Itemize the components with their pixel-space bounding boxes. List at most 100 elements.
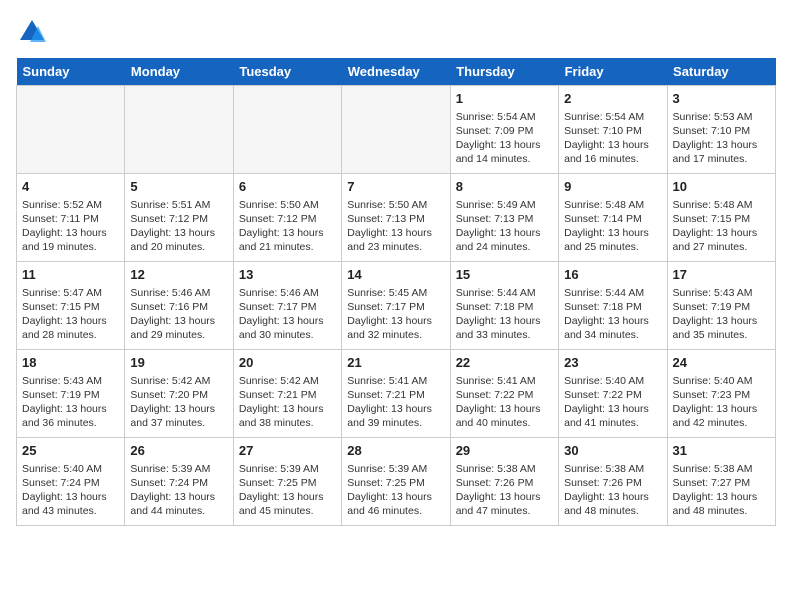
day-number: 5 bbox=[130, 178, 227, 196]
day-info-line: Sunrise: 5:39 AM bbox=[347, 462, 444, 476]
day-info-line: Sunrise: 5:38 AM bbox=[456, 462, 553, 476]
page-header bbox=[16, 16, 776, 48]
day-number: 21 bbox=[347, 354, 444, 372]
day-info-line: and 46 minutes. bbox=[347, 504, 444, 518]
day-info-line: Sunset: 7:17 PM bbox=[347, 300, 444, 314]
day-info-line: and 20 minutes. bbox=[130, 240, 227, 254]
day-info-line: Sunrise: 5:43 AM bbox=[673, 286, 770, 300]
day-number: 31 bbox=[673, 442, 770, 460]
day-info-line: and 38 minutes. bbox=[239, 416, 336, 430]
day-info-line: and 43 minutes. bbox=[22, 504, 119, 518]
day-info-line: Sunset: 7:17 PM bbox=[239, 300, 336, 314]
day-info-line: Sunrise: 5:42 AM bbox=[130, 374, 227, 388]
day-info-line: Sunset: 7:12 PM bbox=[239, 212, 336, 226]
day-info-line: Sunset: 7:19 PM bbox=[673, 300, 770, 314]
day-info-line: and 45 minutes. bbox=[239, 504, 336, 518]
day-number: 23 bbox=[564, 354, 661, 372]
day-info-line: Sunset: 7:16 PM bbox=[130, 300, 227, 314]
day-info-line: Sunset: 7:27 PM bbox=[673, 476, 770, 490]
day-info-line: and 32 minutes. bbox=[347, 328, 444, 342]
day-info-line: Daylight: 13 hours bbox=[347, 226, 444, 240]
day-info-line: Sunrise: 5:47 AM bbox=[22, 286, 119, 300]
day-info-line: Daylight: 13 hours bbox=[456, 138, 553, 152]
day-number: 18 bbox=[22, 354, 119, 372]
calendar-cell: 6Sunrise: 5:50 AMSunset: 7:12 PMDaylight… bbox=[233, 174, 341, 262]
day-info-line: and 36 minutes. bbox=[22, 416, 119, 430]
calendar-cell bbox=[17, 86, 125, 174]
day-info-line: and 35 minutes. bbox=[673, 328, 770, 342]
weekday-header-friday: Friday bbox=[559, 58, 667, 86]
day-info-line: Daylight: 13 hours bbox=[456, 490, 553, 504]
day-info-line: and 39 minutes. bbox=[347, 416, 444, 430]
day-number: 6 bbox=[239, 178, 336, 196]
calendar-cell: 24Sunrise: 5:40 AMSunset: 7:23 PMDayligh… bbox=[667, 350, 775, 438]
day-number: 27 bbox=[239, 442, 336, 460]
weekday-header-row: SundayMondayTuesdayWednesdayThursdayFrid… bbox=[17, 58, 776, 86]
calendar-cell: 10Sunrise: 5:48 AMSunset: 7:15 PMDayligh… bbox=[667, 174, 775, 262]
day-info-line: Sunrise: 5:41 AM bbox=[347, 374, 444, 388]
day-info-line: Sunset: 7:15 PM bbox=[673, 212, 770, 226]
day-info-line: Sunrise: 5:42 AM bbox=[239, 374, 336, 388]
calendar-cell: 22Sunrise: 5:41 AMSunset: 7:22 PMDayligh… bbox=[450, 350, 558, 438]
day-info-line: Sunset: 7:26 PM bbox=[564, 476, 661, 490]
day-info-line: Sunset: 7:21 PM bbox=[239, 388, 336, 402]
day-number: 1 bbox=[456, 90, 553, 108]
day-info-line: Sunrise: 5:40 AM bbox=[22, 462, 119, 476]
day-info-line: Daylight: 13 hours bbox=[347, 402, 444, 416]
day-number: 7 bbox=[347, 178, 444, 196]
day-info-line: Sunset: 7:11 PM bbox=[22, 212, 119, 226]
day-info-line: and 47 minutes. bbox=[456, 504, 553, 518]
day-info-line: Daylight: 13 hours bbox=[673, 402, 770, 416]
day-info-line: Sunrise: 5:51 AM bbox=[130, 198, 227, 212]
day-number: 15 bbox=[456, 266, 553, 284]
weekday-header-saturday: Saturday bbox=[667, 58, 775, 86]
calendar-cell: 13Sunrise: 5:46 AMSunset: 7:17 PMDayligh… bbox=[233, 262, 341, 350]
day-info-line: Daylight: 13 hours bbox=[239, 490, 336, 504]
day-info-line: and 28 minutes. bbox=[22, 328, 119, 342]
day-info-line: Sunset: 7:18 PM bbox=[564, 300, 661, 314]
calendar-cell: 21 Sunrise: 5:41 AMSunset: 7:21 PMDayligh… bbox=[342, 350, 450, 438]
day-info-line: Sunrise: 5:41 AM bbox=[456, 374, 553, 388]
day-info-line: Daylight: 13 hours bbox=[347, 490, 444, 504]
calendar-cell: 27Sunrise: 5:39 AMSunset: 7:25 PMDayligh… bbox=[233, 438, 341, 526]
day-number: 14 bbox=[347, 266, 444, 284]
day-number: 19 bbox=[130, 354, 227, 372]
day-number: 10 bbox=[673, 178, 770, 196]
day-info-line: Sunrise: 5:52 AM bbox=[22, 198, 119, 212]
calendar-cell: 20Sunrise: 5:42 AMSunset: 7:21 PMDayligh… bbox=[233, 350, 341, 438]
calendar-cell: 19 Sunrise: 5:42 AMSunset: 7:20 PMDayligh… bbox=[125, 350, 233, 438]
day-info-line: and 48 minutes. bbox=[673, 504, 770, 518]
day-info-line: Sunset: 7:23 PM bbox=[673, 388, 770, 402]
day-info-line: Sunrise: 5:48 AM bbox=[564, 198, 661, 212]
day-info-line: Sunset: 7:24 PM bbox=[22, 476, 119, 490]
day-info-line: and 42 minutes. bbox=[673, 416, 770, 430]
day-info-line: Sunrise: 5:46 AM bbox=[239, 286, 336, 300]
calendar-cell: 11Sunrise: 5:47 AMSunset: 7:15 PMDayligh… bbox=[17, 262, 125, 350]
day-info-line: Daylight: 13 hours bbox=[456, 314, 553, 328]
day-info-line: and 21 minutes. bbox=[239, 240, 336, 254]
day-info-line: and 19 minutes. bbox=[22, 240, 119, 254]
day-info-line: Daylight: 13 hours bbox=[347, 314, 444, 328]
day-info-line: Sunset: 7:21 PM bbox=[347, 388, 444, 402]
day-info-line: and 14 minutes. bbox=[456, 152, 553, 166]
day-info-line: Sunrise: 5:38 AM bbox=[673, 462, 770, 476]
day-info-line: Sunset: 7:26 PM bbox=[456, 476, 553, 490]
day-info-line: Daylight: 13 hours bbox=[564, 226, 661, 240]
calendar-week-3: 11Sunrise: 5:47 AMSunset: 7:15 PMDayligh… bbox=[17, 262, 776, 350]
calendar-cell: 3Sunrise: 5:53 AMSunset: 7:10 PMDaylight… bbox=[667, 86, 775, 174]
calendar-cell: 29Sunrise: 5:38 AMSunset: 7:26 PMDayligh… bbox=[450, 438, 558, 526]
day-info-line: Daylight: 13 hours bbox=[130, 402, 227, 416]
day-info-line: Sunset: 7:20 PM bbox=[130, 388, 227, 402]
weekday-header-thursday: Thursday bbox=[450, 58, 558, 86]
day-number: 25 bbox=[22, 442, 119, 460]
day-info-line: and 37 minutes. bbox=[130, 416, 227, 430]
day-info-line: Sunrise: 5:39 AM bbox=[130, 462, 227, 476]
calendar-table: SundayMondayTuesdayWednesdayThursdayFrid… bbox=[16, 58, 776, 526]
day-info-line: Sunset: 7:09 PM bbox=[456, 124, 553, 138]
day-number: 3 bbox=[673, 90, 770, 108]
calendar-cell: 28Sunrise: 5:39 AMSunset: 7:25 PMDayligh… bbox=[342, 438, 450, 526]
calendar-cell: 5Sunrise: 5:51 AMSunset: 7:12 PMDaylight… bbox=[125, 174, 233, 262]
day-info-line: Daylight: 13 hours bbox=[130, 226, 227, 240]
day-info-line: and 17 minutes. bbox=[673, 152, 770, 166]
day-number: 9 bbox=[564, 178, 661, 196]
